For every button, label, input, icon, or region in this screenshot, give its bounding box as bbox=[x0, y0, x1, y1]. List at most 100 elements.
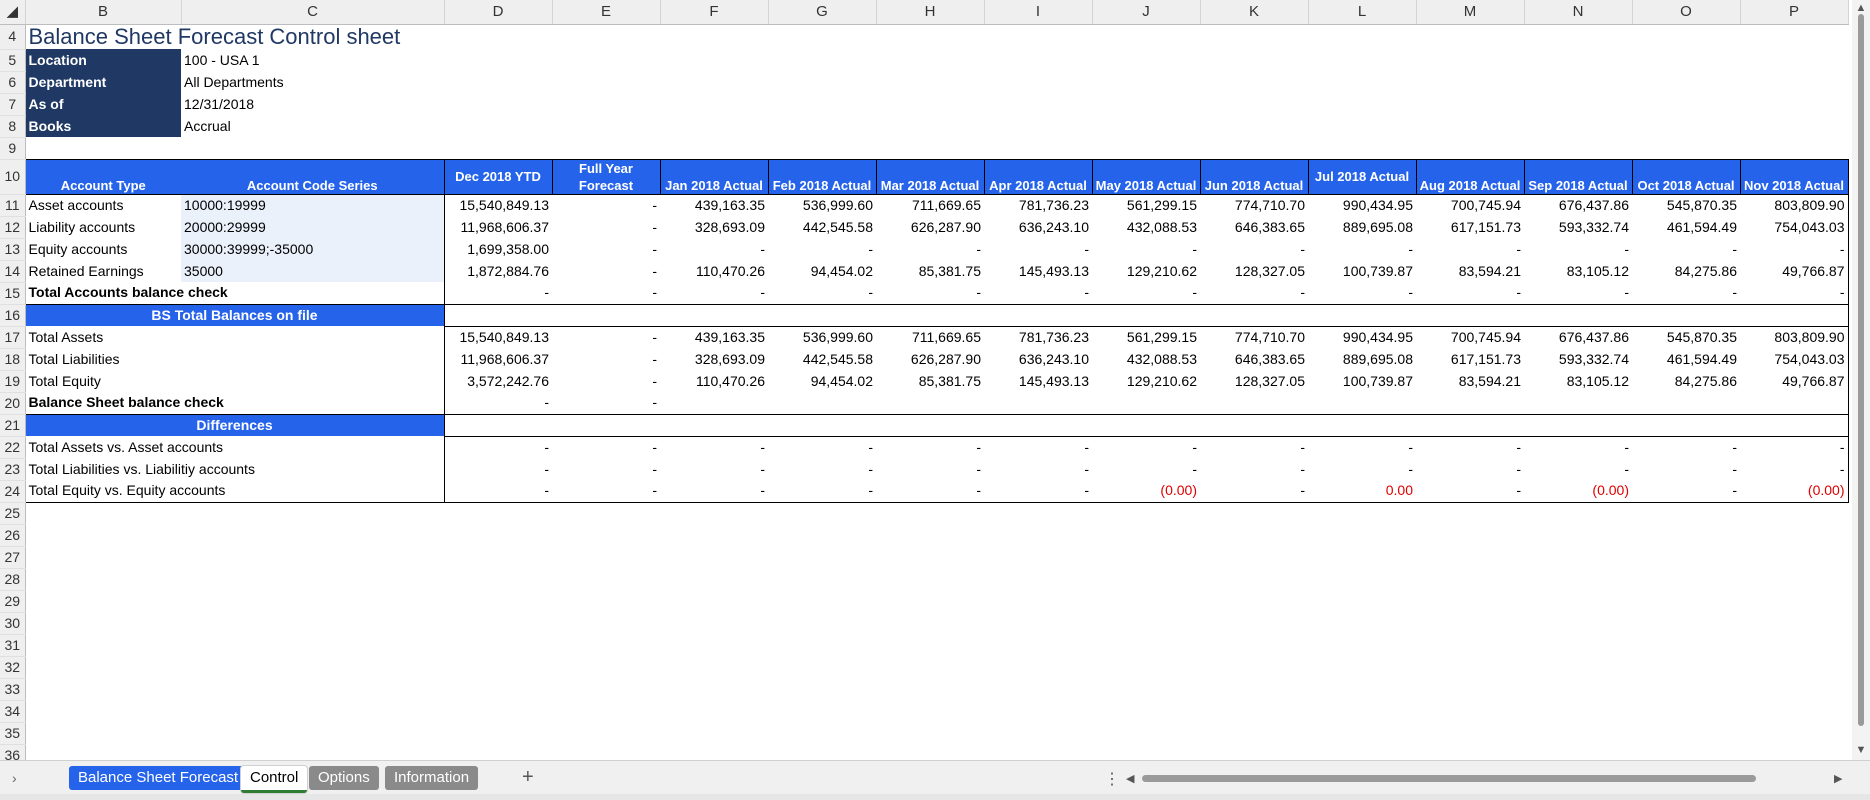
empty-cell[interactable] bbox=[984, 634, 1092, 656]
row-header[interactable]: 30 bbox=[0, 612, 26, 635]
spreadsheet-grid[interactable]: ◢ BCDEFGHIJKLMNOP 4 Balance Sheet Forecas… bbox=[0, 0, 1870, 760]
empty-cell[interactable] bbox=[1092, 93, 1200, 115]
value-cell[interactable]: 774,710.70 bbox=[1200, 326, 1308, 348]
empty-cell[interactable] bbox=[1740, 678, 1848, 700]
empty-cell[interactable] bbox=[1416, 590, 1524, 612]
row-header[interactable]: 8 bbox=[0, 115, 26, 138]
empty-cell[interactable] bbox=[984, 568, 1092, 590]
sheet-tab-options[interactable]: Options bbox=[309, 766, 379, 790]
empty-cell[interactable] bbox=[1632, 546, 1740, 568]
empty-cell[interactable] bbox=[984, 678, 1092, 700]
row-header[interactable]: 23 bbox=[0, 458, 26, 481]
value-cell[interactable]: 84,275.86 bbox=[1632, 260, 1740, 282]
empty-cell[interactable] bbox=[1740, 115, 1848, 137]
value-cell[interactable]: - bbox=[1308, 458, 1416, 480]
value-cell[interactable]: - bbox=[1092, 458, 1200, 480]
param-value[interactable]: All Departments bbox=[181, 71, 444, 93]
empty-cell[interactable] bbox=[1740, 49, 1848, 71]
empty-cell[interactable] bbox=[1092, 71, 1200, 93]
param-value[interactable]: Accrual bbox=[181, 115, 444, 137]
empty-cell[interactable] bbox=[552, 524, 660, 546]
value-cell[interactable]: 145,493.13 bbox=[984, 370, 1092, 392]
empty-cell[interactable] bbox=[1308, 115, 1416, 137]
account-type[interactable]: Asset accounts bbox=[25, 194, 181, 216]
scroll-down-icon[interactable]: ▼ bbox=[1852, 744, 1870, 756]
value-cell[interactable]: - bbox=[876, 238, 984, 260]
empty-cell[interactable] bbox=[1416, 137, 1524, 159]
empty-cell[interactable] bbox=[1200, 722, 1308, 744]
value-cell[interactable]: 754,043.03 bbox=[1740, 348, 1849, 370]
value-cell[interactable]: 83,594.21 bbox=[1416, 260, 1524, 282]
empty-cell[interactable] bbox=[1740, 25, 1848, 50]
empty-cell[interactable] bbox=[876, 634, 984, 656]
column-header-k[interactable]: K bbox=[1200, 0, 1309, 25]
value-cell[interactable]: - bbox=[1200, 282, 1308, 305]
value-cell[interactable]: - bbox=[1524, 458, 1632, 480]
empty-cell[interactable] bbox=[552, 93, 660, 115]
value-cell[interactable]: - bbox=[1632, 282, 1740, 305]
period-header[interactable]: Feb 2018 Actual bbox=[767, 158, 876, 195]
column-header-n[interactable]: N bbox=[1524, 0, 1633, 25]
empty-cell[interactable] bbox=[1308, 93, 1416, 115]
empty-cell[interactable] bbox=[1092, 49, 1200, 71]
value-cell[interactable]: - bbox=[1200, 458, 1308, 480]
differences-section-header[interactable]: Differences bbox=[25, 414, 444, 436]
empty-cell[interactable] bbox=[181, 502, 444, 524]
value-cell[interactable]: - bbox=[1416, 458, 1524, 480]
empty-cell[interactable] bbox=[444, 744, 552, 760]
empty-cell[interactable] bbox=[1524, 502, 1632, 524]
value-cell[interactable]: 803,809.90 bbox=[1740, 194, 1849, 216]
row-header[interactable]: 31 bbox=[0, 634, 26, 657]
empty-cell[interactable] bbox=[768, 722, 876, 744]
value-cell[interactable]: - bbox=[984, 238, 1092, 260]
empty-cell[interactable] bbox=[876, 700, 984, 722]
value-cell[interactable]: 889,695.08 bbox=[1308, 216, 1416, 238]
empty-cell[interactable] bbox=[1092, 546, 1200, 568]
empty-cell[interactable] bbox=[1308, 590, 1416, 612]
value-cell[interactable]: - bbox=[552, 458, 660, 480]
empty-cell[interactable] bbox=[660, 568, 768, 590]
empty-cell[interactable] bbox=[984, 414, 1092, 437]
empty-cell[interactable] bbox=[444, 137, 552, 159]
value-cell[interactable]: - bbox=[552, 260, 660, 282]
empty-cell[interactable] bbox=[552, 25, 660, 50]
empty-cell[interactable] bbox=[768, 304, 876, 327]
empty-cell[interactable] bbox=[444, 49, 552, 71]
empty-cell[interactable] bbox=[768, 700, 876, 722]
value-cell[interactable]: - bbox=[768, 480, 876, 503]
empty-cell[interactable] bbox=[1308, 137, 1416, 159]
value-cell[interactable]: - bbox=[443, 458, 552, 480]
empty-cell[interactable] bbox=[1524, 137, 1632, 159]
empty-cell[interactable] bbox=[1740, 502, 1848, 524]
value-cell[interactable]: - bbox=[660, 436, 768, 458]
empty-cell[interactable] bbox=[444, 115, 552, 137]
value-cell[interactable]: - bbox=[768, 458, 876, 480]
empty-cell[interactable] bbox=[444, 568, 552, 590]
row-header[interactable]: 25 bbox=[0, 502, 26, 525]
empty-cell[interactable] bbox=[984, 744, 1092, 760]
value-cell[interactable]: 11,968,606.37 bbox=[443, 348, 552, 370]
value-cell[interactable]: - bbox=[1740, 458, 1849, 480]
row-header[interactable]: 33 bbox=[0, 678, 26, 701]
empty-cell[interactable] bbox=[1200, 546, 1308, 568]
sheet-tab-control[interactable]: Control bbox=[241, 766, 308, 793]
value-cell[interactable]: - bbox=[876, 282, 984, 305]
empty-cell[interactable] bbox=[25, 678, 181, 700]
row-header[interactable]: 29 bbox=[0, 590, 26, 613]
account-code[interactable]: 30000:39999;-35000 bbox=[181, 238, 444, 260]
value-cell[interactable] bbox=[768, 392, 876, 415]
empty-cell[interactable] bbox=[768, 656, 876, 678]
empty-cell[interactable] bbox=[876, 137, 984, 159]
empty-cell[interactable] bbox=[1740, 414, 1849, 437]
value-cell[interactable]: 700,745.94 bbox=[1416, 194, 1524, 216]
empty-cell[interactable] bbox=[25, 744, 181, 760]
empty-cell[interactable] bbox=[1308, 502, 1416, 524]
empty-cell[interactable] bbox=[768, 678, 876, 700]
value-cell[interactable] bbox=[1740, 392, 1849, 415]
page-title[interactable]: Balance Sheet Forecast Control sheet bbox=[25, 25, 552, 50]
empty-cell[interactable] bbox=[25, 590, 181, 612]
value-cell[interactable]: - bbox=[1308, 282, 1416, 305]
empty-cell[interactable] bbox=[984, 656, 1092, 678]
row-header[interactable]: 19 bbox=[0, 370, 26, 393]
empty-cell[interactable] bbox=[1200, 414, 1308, 437]
